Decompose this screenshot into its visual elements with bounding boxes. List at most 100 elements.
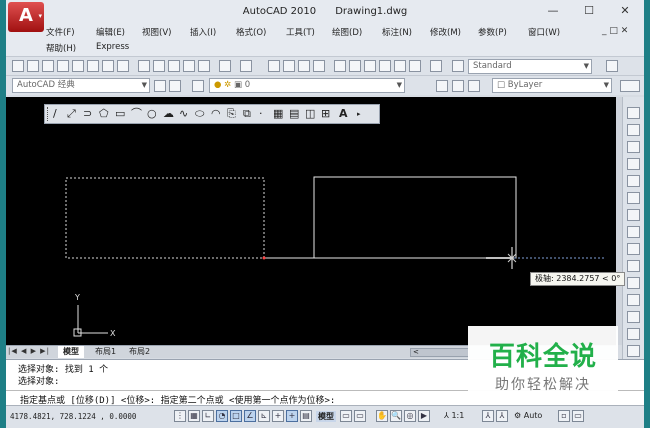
quick-view-drawings-icon[interactable]: ▭ — [354, 410, 366, 422]
scroll-left-arrow[interactable]: < — [413, 348, 419, 356]
cut-icon[interactable] — [138, 60, 150, 72]
plot-icon[interactable] — [87, 60, 99, 72]
drawing-canvas[interactable]: Y X — [6, 97, 616, 345]
toolbar-lock-icon[interactable]: ▫ — [558, 410, 570, 422]
menu-parameters[interactable]: 参数(P) — [478, 26, 507, 38]
tab-navigation-arrows[interactable]: |◀ ◀ ▶ ▶| — [8, 347, 50, 355]
grid-display-button[interactable]: ▦ — [188, 410, 200, 422]
menu-format[interactable]: 格式(O) — [236, 26, 266, 38]
table-icon[interactable]: ⊞ — [321, 108, 330, 120]
zoom-window-icon[interactable] — [298, 60, 310, 72]
fillet-icon[interactable] — [627, 345, 640, 357]
hatch-icon[interactable]: ▦ — [273, 108, 283, 120]
publish-icon[interactable] — [102, 60, 114, 72]
break-icon[interactable] — [627, 294, 640, 306]
pan-icon[interactable] — [268, 60, 280, 72]
quickcalc-icon[interactable] — [409, 60, 421, 72]
text-style-icon[interactable] — [452, 60, 464, 72]
new-file-icon[interactable] — [12, 60, 24, 72]
maximize-button[interactable]: ☐ — [574, 3, 604, 19]
auto-scale-icon[interactable]: ⅄ — [496, 410, 508, 422]
undo-icon[interactable] — [219, 60, 231, 72]
object-snap-button[interactable]: □ — [230, 410, 242, 422]
copy-icon[interactable] — [153, 60, 165, 72]
mdi-window-controls[interactable]: _ □ ✕ — [602, 26, 628, 36]
polyline-icon[interactable]: ⊃ — [83, 108, 92, 120]
revision-cloud-icon[interactable]: ☁ — [163, 108, 174, 120]
minimize-button[interactable]: — — [538, 3, 568, 19]
print-icon[interactable] — [57, 60, 69, 72]
polar-tracking-button[interactable]: ◔ — [216, 410, 228, 422]
showmotion-icon[interactable]: ▶ — [418, 410, 430, 422]
save-icon[interactable] — [42, 60, 54, 72]
menu-help[interactable]: 帮助(H) — [46, 42, 76, 54]
erase-icon[interactable] — [627, 107, 640, 119]
scale-icon[interactable] — [627, 226, 640, 238]
menu-edit[interactable]: 编辑(E) — [96, 26, 125, 38]
ellipse-icon[interactable]: ⬭ — [195, 108, 204, 120]
annotation-scale[interactable]: ⅄ 1:1 — [444, 411, 464, 420]
menu-window[interactable]: 窗口(W) — [528, 26, 560, 38]
offset-icon[interactable] — [627, 158, 640, 170]
color-select[interactable]: □ ByLayer ▼ — [492, 78, 612, 93]
menu-view[interactable]: 视图(V) — [142, 26, 171, 38]
print-preview-icon[interactable] — [72, 60, 84, 72]
steeringwheel-icon[interactable]: ◎ — [404, 410, 416, 422]
redo-icon[interactable] — [240, 60, 252, 72]
gradient-icon[interactable]: ▤ — [289, 108, 299, 120]
close-button[interactable]: ✕ — [610, 3, 640, 19]
ellipse-arc-icon[interactable]: ◠ — [211, 108, 221, 120]
extend-icon[interactable] — [627, 277, 640, 289]
insert-block-icon[interactable]: ⎘ — [227, 108, 236, 120]
polygon-icon[interactable]: ⬠ — [99, 108, 109, 120]
circle-icon[interactable]: ○ — [147, 108, 157, 120]
tab-layout2[interactable]: 布局2 — [126, 346, 153, 358]
quick-view-layouts-icon[interactable]: ▭ — [340, 410, 352, 422]
model-space-button[interactable]: 模型 — [316, 411, 336, 422]
open-file-icon[interactable] — [27, 60, 39, 72]
spline-icon[interactable]: ∿ — [179, 108, 188, 120]
application-menu-button[interactable]: A ▾ — [8, 2, 44, 32]
dynamic-ucs-button[interactable]: ⊾ — [258, 410, 270, 422]
move-icon[interactable] — [627, 192, 640, 204]
block-editor-icon[interactable] — [198, 60, 210, 72]
annotation-visibility-icon[interactable]: ⅄ — [482, 410, 494, 422]
tool-palettes-icon[interactable] — [364, 60, 376, 72]
menu-insert[interactable]: 插入(I) — [190, 26, 216, 38]
dynamic-input-button[interactable]: + — [272, 410, 284, 422]
rotate-icon[interactable] — [627, 209, 640, 221]
markup-icon[interactable] — [394, 60, 406, 72]
zoom-previous-icon[interactable] — [313, 60, 325, 72]
workspace-select[interactable]: AutoCAD 经典 ▼ — [12, 78, 150, 93]
text-style-select[interactable]: Standard ▼ — [468, 59, 592, 74]
design-center-icon[interactable] — [349, 60, 361, 72]
copy-object-icon[interactable] — [627, 124, 640, 136]
menu-draw[interactable]: 绘图(D) — [332, 26, 362, 38]
toolbar-overflow-icon[interactable]: ▸ — [357, 108, 361, 120]
tab-layout1[interactable]: 布局1 — [92, 346, 119, 358]
mirror-icon[interactable] — [627, 141, 640, 153]
properties-icon[interactable] — [334, 60, 346, 72]
object-snap-tracking-button[interactable]: ∠ — [244, 410, 256, 422]
layer-select[interactable]: ● ✲ ▣ 0 ▼ — [209, 78, 405, 93]
match-properties-icon[interactable] — [183, 60, 195, 72]
quick-properties-button[interactable]: ▤ — [300, 410, 312, 422]
zoom-status-icon[interactable]: 🔍 — [390, 410, 402, 422]
menu-express[interactable]: Express — [96, 42, 129, 52]
layer-properties-icon[interactable] — [192, 80, 204, 92]
toolbar-grip[interactable] — [47, 107, 50, 121]
lineweight-button[interactable]: + — [286, 410, 298, 422]
help-icon[interactable] — [430, 60, 442, 72]
chamfer-icon[interactable] — [627, 328, 640, 340]
3d-publish-icon[interactable] — [117, 60, 129, 72]
snap-mode-button[interactable]: ⋮ — [174, 410, 186, 422]
zoom-realtime-icon[interactable] — [283, 60, 295, 72]
paste-icon[interactable] — [168, 60, 180, 72]
multiline-text-icon[interactable]: A — [339, 108, 348, 120]
line-tool-icon[interactable]: / — [53, 108, 57, 120]
linetype-select[interactable] — [620, 80, 640, 92]
ortho-mode-button[interactable]: ∟ — [202, 410, 214, 422]
make-block-icon[interactable]: ⧉ — [243, 108, 251, 120]
layer-previous-icon[interactable] — [452, 80, 464, 92]
menu-modify[interactable]: 修改(M) — [430, 26, 461, 38]
